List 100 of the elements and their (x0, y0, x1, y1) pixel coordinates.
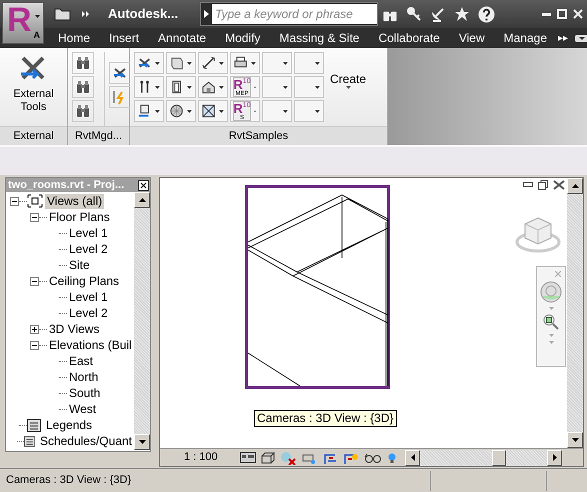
ribbon-tool-button[interactable] (198, 52, 228, 74)
ribbon-tool-button[interactable] (230, 52, 260, 74)
maximize-icon[interactable] (557, 9, 567, 19)
tree-item[interactable]: Level 1 (67, 290, 110, 304)
lightbulb-icon[interactable] (387, 452, 397, 464)
ribbon-tool-button[interactable] (166, 76, 196, 98)
scale-label[interactable]: 1 : 100 (160, 449, 240, 466)
ribbon-tool-button[interactable] (134, 76, 164, 98)
ribbon-tab[interactable]: Insert (109, 29, 140, 47)
collapse-icon[interactable] (30, 340, 39, 350)
caret-icon (187, 62, 192, 64)
vertical-scrollbar[interactable] (567, 178, 583, 448)
caret-icon (315, 110, 320, 112)
list-icon (27, 418, 41, 432)
caret-icon (315, 86, 320, 88)
tree-item[interactable]: Level 2 (67, 306, 110, 320)
tree-item[interactable]: South (67, 386, 102, 400)
caret-icon (187, 110, 192, 112)
tree-item[interactable]: Views (all) (45, 194, 104, 208)
tree-item[interactable]: Site (67, 258, 92, 272)
tool-icon (201, 103, 216, 119)
minimize-icon[interactable] (523, 182, 533, 188)
more-icon[interactable] (82, 11, 90, 17)
tree-item[interactable]: Schedules/Quant (38, 434, 134, 448)
ribbon-tab[interactable]: View (458, 29, 485, 47)
dropdown-icon[interactable] (575, 34, 587, 42)
scroll-thumb[interactable] (492, 450, 506, 466)
arrow-left-icon[interactable] (410, 454, 414, 461)
collapse-icon[interactable] (30, 276, 39, 286)
tree-item[interactable]: East (67, 354, 96, 368)
tree-item[interactable]: North (67, 370, 100, 384)
tree-item[interactable]: Legends (44, 418, 94, 432)
caret-icon (548, 307, 554, 310)
vertical-scrollbar[interactable] (134, 192, 150, 450)
caret-icon (219, 62, 224, 64)
ribbon-tab[interactable]: Manage (504, 29, 548, 47)
caret-icon (283, 86, 288, 88)
tool-icon (201, 55, 216, 71)
ribbon-tab[interactable]: Home (58, 29, 90, 47)
star-icon[interactable] (454, 6, 470, 22)
tree-item[interactable]: Elevations (Buil (47, 338, 134, 352)
detail-level-icon[interactable] (240, 452, 256, 463)
caret-icon (283, 62, 288, 64)
tree-item[interactable]: West (67, 402, 98, 416)
more-tabs-button[interactable]: ▸▸ (558, 30, 568, 46)
ribbon-tab[interactable]: Collaborate (378, 29, 440, 47)
ribbon-tab[interactable]: Massing & Site (279, 29, 360, 47)
arrow-right-icon[interactable] (552, 454, 556, 461)
close-icon[interactable] (553, 180, 565, 190)
expand-icon[interactable] (30, 324, 39, 334)
binoculars-button[interactable] (72, 76, 94, 98)
collapse-icon[interactable] (30, 212, 39, 222)
key-icon[interactable] (406, 6, 422, 22)
ribbon-tool-button[interactable] (198, 100, 228, 122)
arrow-down-icon[interactable] (138, 440, 146, 444)
tree-item[interactable]: 3D Views (47, 322, 102, 336)
ribbon-tool-button[interactable] (134, 52, 164, 74)
caret-icon (251, 62, 256, 64)
binoculars-icon (75, 79, 91, 95)
glasses-icon[interactable] (364, 452, 382, 464)
binoculars-button[interactable] (72, 52, 94, 74)
close-icon[interactable] (138, 180, 149, 190)
caret-icon (187, 86, 192, 88)
collapse-icon[interactable] (10, 196, 19, 206)
binoculars-button[interactable] (72, 100, 94, 122)
ribbon-tool-button[interactable] (134, 100, 164, 122)
ribbon-tool-button[interactable] (198, 76, 228, 98)
shadow-off-icon[interactable] (280, 450, 296, 464)
caret-icon (346, 86, 351, 89)
minimize-icon[interactable] (542, 12, 551, 16)
arrow-up-icon[interactable] (572, 184, 578, 188)
caret-icon (155, 86, 160, 88)
window-title: Autodesk... (108, 5, 180, 24)
caret-icon (155, 110, 160, 112)
tool-icon (169, 103, 184, 119)
caret-icon (315, 62, 320, 64)
help-icon[interactable] (478, 6, 495, 22)
satellite-dish-icon[interactable] (430, 6, 446, 22)
steering-wheel-icon[interactable] (539, 281, 563, 303)
horizontal-scrollbar[interactable] (405, 450, 562, 466)
tree-item[interactable]: Level 1 (67, 226, 110, 240)
ribbon-tab[interactable]: Annotate (158, 29, 206, 47)
ribbon-tool-button[interactable] (166, 52, 196, 74)
tree-item[interactable]: Ceiling Plans (47, 274, 122, 288)
cube-icon[interactable] (261, 452, 275, 464)
folder-icon[interactable] (54, 7, 72, 21)
arrow-down-icon[interactable] (572, 438, 578, 442)
restore-icon[interactable] (538, 180, 548, 190)
arrow-up-icon[interactable] (138, 198, 146, 202)
tree-item[interactable]: Level 2 (67, 242, 110, 256)
tree-item[interactable]: Floor Plans (47, 210, 112, 224)
ribbon-tab[interactable]: Modify (225, 29, 260, 47)
ribbon-tool-button[interactable] (166, 100, 196, 122)
views-icon (27, 194, 43, 208)
external-tools-button[interactable]: External Tools (8, 53, 58, 114)
create-button[interactable]: Create (330, 72, 366, 102)
panel-title: External (0, 126, 67, 145)
zoom-icon[interactable] (543, 314, 559, 330)
caret-icon (35, 15, 40, 18)
caret-icon (155, 62, 160, 64)
